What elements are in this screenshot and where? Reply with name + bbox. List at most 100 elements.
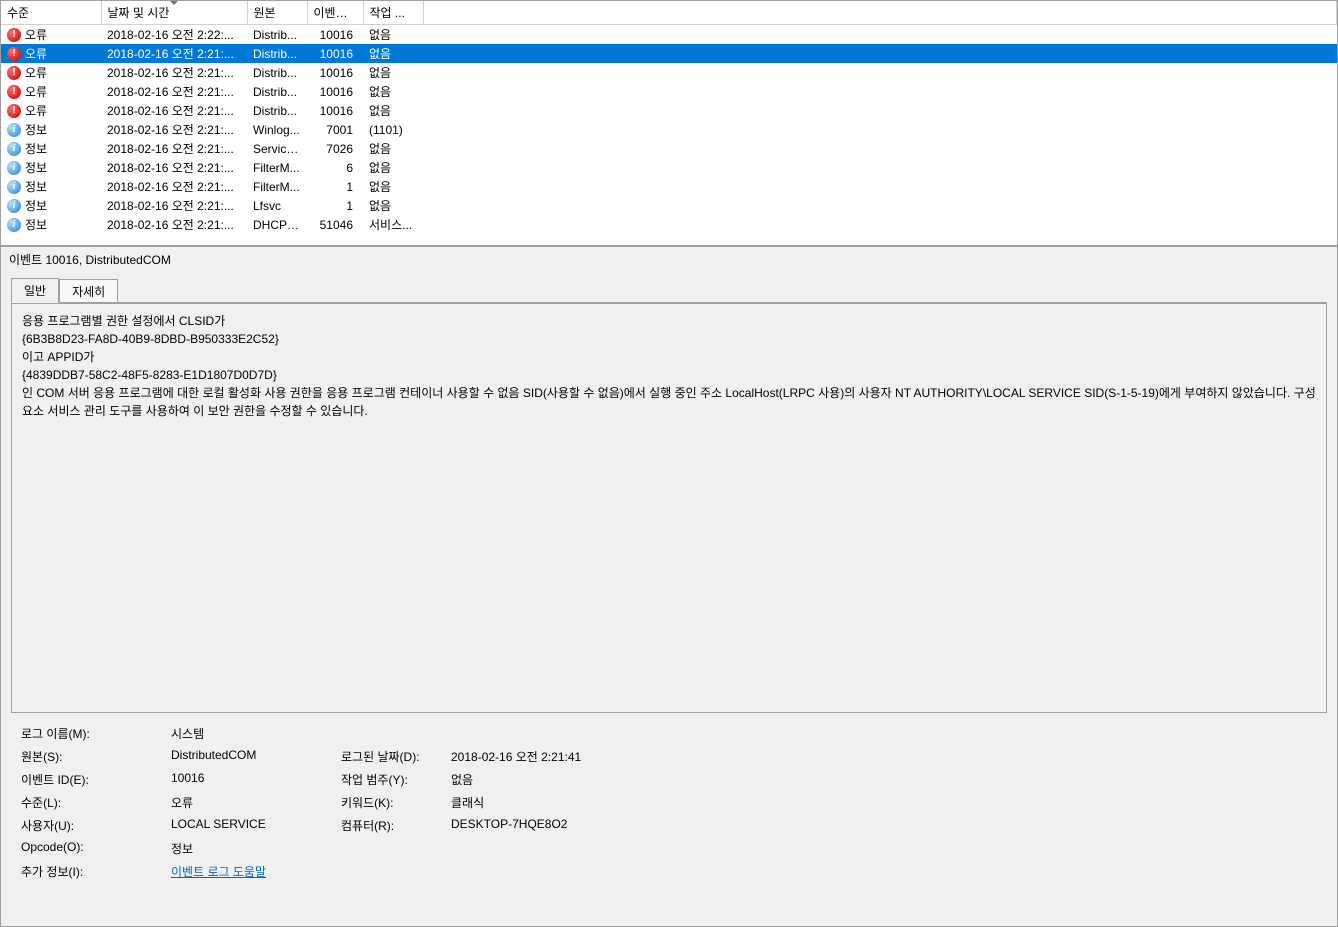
event-table: 수준 날짜 및 시간 원본 이벤트... 작업 ... 오류 2018-02-16…	[1, 1, 1337, 234]
task-cell: 없음	[363, 82, 423, 101]
level-text: 오류	[25, 102, 47, 119]
level-text: 정보	[25, 140, 47, 157]
level-cell: 정보	[1, 120, 101, 139]
user-label: 사용자(U):	[21, 817, 161, 834]
eventid-cell: 10016	[307, 63, 363, 82]
logged-label: 로그된 날짜(D):	[341, 748, 441, 765]
task-cell: 없음	[363, 101, 423, 120]
level-text: 오류	[25, 64, 47, 81]
source-cell: Service...	[247, 139, 307, 158]
event-properties: 로그 이름(M): 시스템 원본(S): DistributedCOM 로그된 …	[11, 713, 1327, 880]
date-cell: 2018-02-16 오전 2:21:...	[101, 215, 247, 234]
table-row[interactable]: 정보2018-02-16 오전 2:21:...Lfsvc1없음	[1, 196, 1337, 215]
level-text: 오류	[25, 26, 47, 43]
filler-cell	[423, 25, 1337, 45]
filler-cell	[423, 120, 1337, 139]
column-level[interactable]: 수준	[1, 1, 101, 25]
info-icon	[7, 142, 21, 156]
column-task[interactable]: 작업 ...	[363, 1, 423, 25]
filler-cell	[423, 63, 1337, 82]
eventid-cell: 10016	[307, 101, 363, 120]
tab-details[interactable]: 자세히	[59, 279, 118, 304]
eventid-label: 이벤트 ID(E):	[21, 771, 161, 788]
table-row[interactable]: 정보2018-02-16 오전 2:21:...FilterM...1없음	[1, 177, 1337, 196]
date-cell: 2018-02-16 오전 2:21:...	[101, 139, 247, 158]
filler-cell	[423, 196, 1337, 215]
table-row[interactable]: 오류2018-02-16 오전 2:21:...Distrib...10016없…	[1, 82, 1337, 101]
task-cell: 서비스...	[363, 215, 423, 234]
info-icon	[7, 199, 21, 213]
source-value: DistributedCOM	[171, 748, 331, 765]
error-icon	[7, 66, 21, 80]
tab-strip: 일반 자세히	[1, 272, 1337, 303]
taskcat-value: 없음	[451, 771, 1317, 788]
header-row: 수준 날짜 및 시간 원본 이벤트... 작업 ...	[1, 1, 1337, 25]
logname-value: 시스템	[171, 725, 331, 742]
date-cell: 2018-02-16 오전 2:22:...	[101, 25, 247, 45]
info-icon	[7, 161, 21, 175]
error-icon	[7, 85, 21, 99]
detail-title: 이벤트 10016, DistributedCOM	[1, 247, 1337, 272]
level-text: 오류	[25, 45, 47, 62]
tab-underline	[11, 302, 1327, 303]
column-eventid[interactable]: 이벤트...	[307, 1, 363, 25]
table-row[interactable]: 정보 2018-02-16 오전 2:21:...Service...7026없음	[1, 139, 1337, 158]
sort-indicator-icon	[170, 1, 178, 5]
eventid-cell: 1	[307, 177, 363, 196]
source-cell: Lfsvc	[247, 196, 307, 215]
opcode-value: 정보	[171, 840, 331, 857]
date-cell: 2018-02-16 오전 2:21:...	[101, 158, 247, 177]
info-icon	[7, 218, 21, 232]
level-label: 수준(L):	[21, 794, 161, 811]
column-filler	[423, 1, 1337, 25]
table-row[interactable]: 정보2018-02-16 오전 2:21:...DHCPv...51046서비스…	[1, 215, 1337, 234]
source-cell: FilterM...	[247, 177, 307, 196]
level-text: 정보	[25, 197, 47, 214]
table-row[interactable]: 정보2018-02-16 오전 2:21:...FilterM...6없음	[1, 158, 1337, 177]
task-cell: 없음	[363, 139, 423, 158]
table-row[interactable]: 오류 2018-02-16 오전 2:21:...Distrib...10016없…	[1, 101, 1337, 120]
eventid-value: 10016	[171, 771, 331, 788]
eventid-cell: 10016	[307, 82, 363, 101]
table-row[interactable]: 오류2018-02-16 오전 2:21:...Distrib...10016없…	[1, 63, 1337, 82]
column-date[interactable]: 날짜 및 시간	[101, 1, 247, 25]
level-cell: 오류	[1, 44, 101, 63]
filler-cell	[423, 44, 1337, 63]
task-cell: 없음	[363, 25, 423, 45]
computer-value: DESKTOP-7HQE8O2	[451, 817, 1317, 834]
level-cell: 정보	[1, 177, 101, 196]
event-description[interactable]: 응용 프로그램별 권한 설정에서 CLSID가 {6B3B8D23-FA8D-4…	[11, 303, 1327, 713]
date-cell: 2018-02-16 오전 2:21:...	[101, 177, 247, 196]
filler-cell	[423, 82, 1337, 101]
level-text: 오류	[25, 83, 47, 100]
keywords-label: 키워드(K):	[341, 794, 441, 811]
task-cell: 없음	[363, 196, 423, 215]
eventid-cell: 10016	[307, 25, 363, 45]
keywords-value: 클래식	[451, 794, 1317, 811]
date-cell: 2018-02-16 오전 2:21:...	[101, 101, 247, 120]
level-cell: 정보	[1, 139, 101, 158]
task-cell: 없음	[363, 44, 423, 63]
eventid-cell: 10016	[307, 44, 363, 63]
computer-label: 컴퓨터(R):	[341, 817, 441, 834]
tab-general[interactable]: 일반	[11, 278, 59, 303]
logname-label: 로그 이름(M):	[21, 725, 161, 742]
level-text: 정보	[25, 178, 47, 195]
column-source[interactable]: 원본	[247, 1, 307, 25]
source-cell: Distrib...	[247, 25, 307, 45]
detail-pane: 이벤트 10016, DistributedCOM 일반 자세히 응용 프로그램…	[1, 247, 1337, 926]
source-cell: Distrib...	[247, 101, 307, 120]
level-cell: 정보	[1, 196, 101, 215]
table-row[interactable]: 오류 2018-02-16 오전 2:21:...Distrib...10016없…	[1, 44, 1337, 63]
moreinfo-label: 추가 정보(I):	[21, 863, 161, 880]
source-cell: Distrib...	[247, 44, 307, 63]
task-cell: (1101)	[363, 120, 423, 139]
help-link[interactable]: 이벤트 로그 도움말	[171, 865, 266, 879]
source-cell: Distrib...	[247, 82, 307, 101]
table-row[interactable]: 오류 2018-02-16 오전 2:22:...Distrib...10016없…	[1, 25, 1337, 45]
date-cell: 2018-02-16 오전 2:21:...	[101, 44, 247, 63]
eventid-cell: 7026	[307, 139, 363, 158]
info-icon	[7, 180, 21, 194]
event-list[interactable]: 수준 날짜 및 시간 원본 이벤트... 작업 ... 오류 2018-02-16…	[1, 1, 1337, 247]
table-row[interactable]: 정보2018-02-16 오전 2:21:...Winlog...7001(11…	[1, 120, 1337, 139]
